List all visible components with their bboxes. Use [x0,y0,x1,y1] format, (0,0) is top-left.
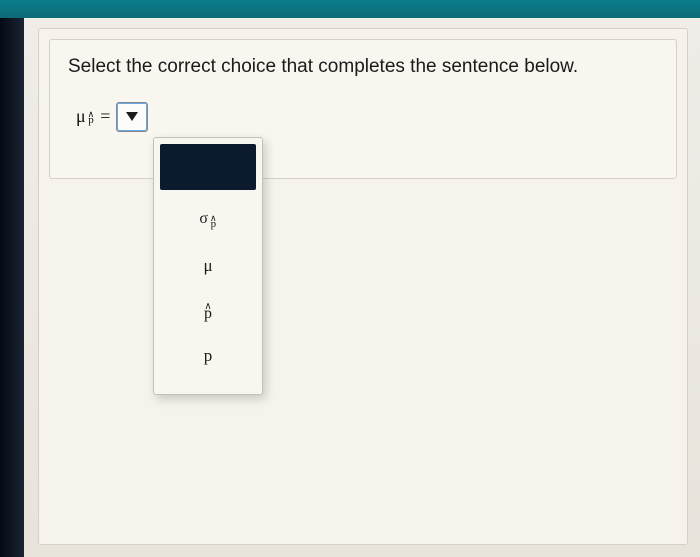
phat-subscript: ∧ p [88,112,95,123]
dropdown-option-p[interactable]: p [162,332,254,380]
question-box: Select the correct choice that completes… [49,39,677,179]
answer-dropdown[interactable] [116,102,148,132]
sigma-symbol: σ [199,210,208,228]
option-label: p [204,346,213,366]
dropdown-option-mu[interactable]: μ [162,242,254,290]
question-frame: Select the correct choice that completes… [38,28,688,545]
dropdown-option-blank[interactable] [160,144,256,190]
sigma-phat-symbol: σ ∧ p [199,210,216,228]
dropdown-option-sigma-phat[interactable]: σ ∧ p [162,196,254,242]
phat-subscript: ∧ p [210,216,217,227]
window-top-border [0,0,700,18]
chevron-down-icon [126,112,138,121]
dropdown-option-phat[interactable]: ∧ p [162,290,254,332]
mu-sub-phat: μ ∧ p [76,106,94,127]
window-left-border [0,18,24,557]
equation-row: μ ∧ p = [76,102,658,132]
phat-symbol: ∧ p [204,304,212,318]
dropdown-panel: σ ∧ p μ ∧ p p [153,137,263,395]
p-symbol: p [211,221,217,227]
mu-symbol: μ [76,106,86,127]
p-symbol: p [88,117,94,123]
instruction-text: Select the correct choice that completes… [68,54,658,80]
equals-sign: = [100,106,110,127]
p-symbol: p [204,310,212,319]
option-label: μ [203,256,212,276]
